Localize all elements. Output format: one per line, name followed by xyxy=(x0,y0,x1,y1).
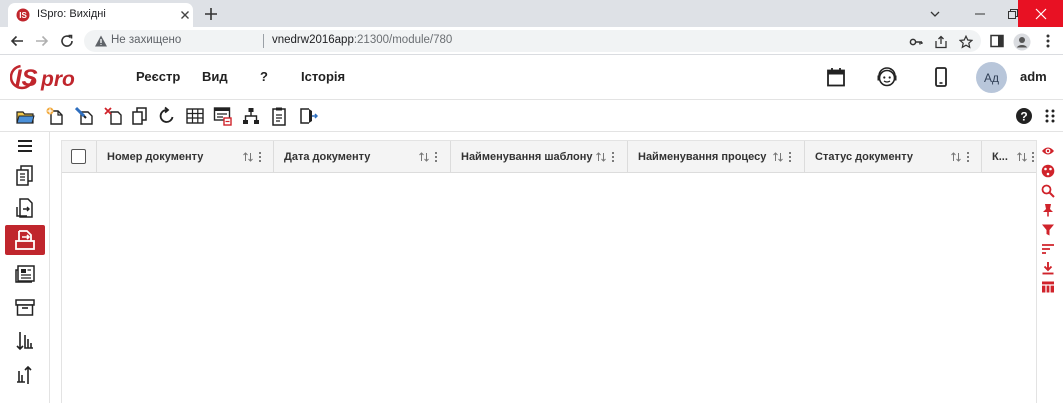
column-menu-icon[interactable] xyxy=(966,151,970,163)
column-menu-icon[interactable] xyxy=(434,151,438,163)
select-all-checkbox[interactable] xyxy=(71,149,86,164)
sort-arrows-icon[interactable] xyxy=(950,151,962,163)
url-text[interactable]: vnedrw2016app:21300/module/780 xyxy=(272,34,452,46)
url-path: :21300/module/780 xyxy=(353,34,453,46)
grid-header: Номер документу Дата документу Найменува… xyxy=(62,141,1036,173)
column-label: Дата документу xyxy=(284,151,371,163)
sort-arrows-icon[interactable] xyxy=(242,151,254,163)
browser-address-bar: Не захищено vnedrw2016app:21300/module/7… xyxy=(0,27,1063,55)
open-folder-icon[interactable] xyxy=(15,106,35,126)
sort-arrows-icon[interactable] xyxy=(418,151,430,163)
profile-icon[interactable] xyxy=(1013,33,1031,51)
documents-icon[interactable] xyxy=(5,160,45,190)
ispro-favicon-icon: IS xyxy=(16,8,30,22)
hierarchy-icon[interactable] xyxy=(241,106,261,126)
share-icon[interactable] xyxy=(934,35,948,49)
calendar-report-icon[interactable] xyxy=(213,106,233,126)
back-arrow-icon[interactable] xyxy=(9,33,25,49)
column-header-doc-number[interactable]: Номер документу xyxy=(96,141,273,173)
column-label: Найменування шаблону xyxy=(461,151,593,163)
column-header-template-name[interactable]: Найменування шаблону xyxy=(450,141,627,173)
url-host: vnedrw2016app xyxy=(272,34,354,46)
document-arrow-icon[interactable] xyxy=(5,193,45,223)
menu-history[interactable]: Історія xyxy=(301,69,345,84)
side-panel-icon[interactable] xyxy=(989,33,1005,49)
export-icon[interactable] xyxy=(298,106,318,126)
column-header-truncated[interactable]: К... xyxy=(981,141,1036,173)
tab-close-icon[interactable] xyxy=(178,8,192,22)
sort-arrows-icon[interactable] xyxy=(595,151,607,163)
new-tab-plus-icon[interactable] xyxy=(202,5,220,23)
news-icon[interactable] xyxy=(5,259,45,289)
palette-icon[interactable] xyxy=(1041,164,1055,178)
archive-icon[interactable] xyxy=(5,292,45,322)
menu-help[interactable]: ? xyxy=(260,69,268,84)
calendar-icon[interactable] xyxy=(825,66,847,88)
user-avatar[interactable]: Ад xyxy=(976,62,1007,93)
forward-arrow-icon[interactable] xyxy=(34,33,50,49)
grip-dots-icon[interactable] xyxy=(1040,106,1060,126)
warning-triangle-icon[interactable] xyxy=(94,34,108,48)
mobile-phone-icon[interactable] xyxy=(930,66,952,88)
columns-icon[interactable] xyxy=(1041,280,1055,294)
app-header: IS pro Реєстр Вид ? Історія Ад adm xyxy=(0,55,1063,100)
column-menu-icon[interactable] xyxy=(611,151,615,163)
documents-grid: Номер документу Дата документу Найменува… xyxy=(61,140,1037,403)
sort-lines-icon[interactable] xyxy=(1041,242,1055,256)
table-grid-icon[interactable] xyxy=(185,106,205,126)
filter-icon[interactable] xyxy=(1041,223,1055,237)
column-menu-icon[interactable] xyxy=(1031,151,1035,163)
svg-text:pro: pro xyxy=(40,68,75,91)
column-header-doc-date[interactable]: Дата документу xyxy=(273,141,450,173)
column-header-doc-status[interactable]: Статус документу xyxy=(804,141,981,173)
key-icon[interactable] xyxy=(909,35,923,49)
search-icon[interactable] xyxy=(1041,184,1055,198)
main-toolbar: ? xyxy=(0,100,1063,132)
pin-icon[interactable] xyxy=(1041,203,1055,217)
tab-search-chevron-icon[interactable] xyxy=(912,0,957,27)
help-circle-icon[interactable]: ? xyxy=(1014,106,1034,126)
menu-view[interactable]: Вид xyxy=(202,69,228,84)
support-face-icon[interactable] xyxy=(876,66,898,88)
refresh-icon[interactable] xyxy=(157,106,177,126)
column-menu-icon[interactable] xyxy=(788,151,792,163)
ispro-logo[interactable]: IS pro xyxy=(10,59,78,95)
tab-title: ISpro: Вихідні xyxy=(37,8,106,20)
copy-icon[interactable] xyxy=(130,106,150,126)
eye-icon[interactable] xyxy=(1041,144,1055,158)
browser-tab-bar: IS ISpro: Вихідні xyxy=(0,0,1063,27)
list-menu-icon[interactable] xyxy=(5,134,45,158)
new-document-icon[interactable] xyxy=(45,106,65,126)
url-omnibox[interactable]: Не захищено vnedrw2016app:21300/module/7… xyxy=(84,30,981,52)
column-menu-icon[interactable] xyxy=(258,151,262,163)
sort-arrows-icon[interactable] xyxy=(772,151,784,163)
window-close-icon[interactable] xyxy=(1018,0,1063,27)
column-label: Найменування процесу xyxy=(638,151,767,163)
sort-arrows-icon[interactable] xyxy=(1016,151,1028,163)
bookmark-star-icon[interactable] xyxy=(959,35,973,49)
username-label[interactable]: adm xyxy=(1020,69,1047,84)
column-label: Статус документу xyxy=(815,151,913,163)
outgoing-icon[interactable] xyxy=(5,225,45,255)
column-label: Номер документу xyxy=(107,151,204,163)
grid-side-toolbar xyxy=(1038,140,1058,300)
column-header-process-name[interactable]: Найменування процесу xyxy=(627,141,804,173)
svg-text:?: ? xyxy=(1020,110,1027,124)
browser-menu-icon[interactable] xyxy=(1040,33,1056,49)
menu-reestr[interactable]: Реєстр xyxy=(136,69,180,84)
download-icon[interactable] xyxy=(1041,261,1055,275)
not-secure-label[interactable]: Не захищено xyxy=(111,34,181,46)
sort-down-icon[interactable] xyxy=(5,326,45,356)
edit-document-icon[interactable] xyxy=(75,106,95,126)
reload-icon[interactable] xyxy=(59,33,75,49)
svg-text:IS: IS xyxy=(15,65,38,92)
omnibox-divider xyxy=(263,34,264,48)
sort-up-icon[interactable] xyxy=(5,360,45,390)
left-sidebar xyxy=(0,132,50,403)
browser-tab[interactable]: IS ISpro: Вихідні xyxy=(8,3,193,27)
delete-document-icon[interactable] xyxy=(104,106,124,126)
svg-text:IS: IS xyxy=(19,11,27,20)
clipboard-icon[interactable] xyxy=(269,106,289,126)
column-label: К... xyxy=(992,151,1008,163)
